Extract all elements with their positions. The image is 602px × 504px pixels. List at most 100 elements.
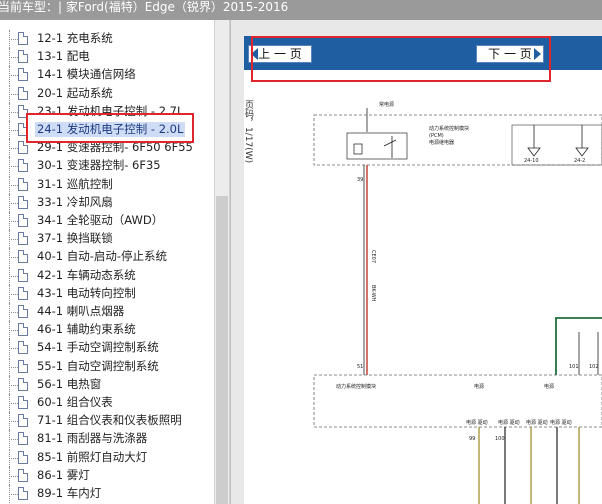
document-icon <box>18 341 28 355</box>
tree-item[interactable]: 40-1 自动-启动-停止系统 <box>0 248 214 267</box>
tree-guide-branch <box>9 384 18 386</box>
document-icon <box>18 214 28 227</box>
document-icon <box>18 250 28 264</box>
document-icon <box>18 305 28 318</box>
tree-guide-branch <box>9 166 18 168</box>
tree-item[interactable]: 44-1 喇叭点烟器 <box>0 303 214 321</box>
tree-guide-branch <box>9 57 18 59</box>
svg-text:电源 驱动: 电源 驱动 <box>526 419 548 426</box>
tree-item[interactable]: 54-1 手动空调控制系统 <box>0 339 214 358</box>
tree-guide-branch <box>9 148 18 150</box>
document-icon <box>18 268 28 282</box>
svg-text:(PCM): (PCM) <box>429 133 444 139</box>
tree-item[interactable]: 71-1 组合仪表和仪表板照明 <box>0 412 214 431</box>
tree-guide-branch <box>9 111 18 113</box>
tree-item-label: 56-1 电热窗 <box>37 376 102 391</box>
tree-item-label: 55-1 自动空调控制系统 <box>37 358 159 373</box>
document-icon <box>18 396 28 409</box>
chapter-tree[interactable]: 12-1 充电系统 13-1 配电 14-1 模块通信网络 20-1 起动系统 23-1… <box>0 20 214 504</box>
tree-item-label: 20-1 起动系统 <box>37 85 113 100</box>
tree-item[interactable]: 33-1 冷却风扇 <box>0 193 214 212</box>
tree-item-label: 40-1 自动-启动-停止系统 <box>37 249 168 264</box>
tree-guide-branch <box>9 275 18 277</box>
tree-item[interactable]: 56-1 电热窗 <box>0 375 214 394</box>
svg-text:电源 驱动: 电源 驱动 <box>550 419 572 426</box>
bottom-wires <box>478 427 580 504</box>
svg-text:电源 驱动: 电源 驱动 <box>466 419 488 426</box>
document-icon <box>18 377 28 391</box>
tree-item-label: 31-1 巡航控制 <box>37 176 113 191</box>
tree-item[interactable]: 12-1 充电系统 <box>0 30 214 48</box>
tree-item-label: 42-1 车辆动态系统 <box>37 267 136 282</box>
wire-labels-vertical: CE07 BK-WH <box>370 250 376 302</box>
tree-item[interactable]: 42-1 车辆动态系统 <box>0 266 214 285</box>
document-icon <box>18 286 28 300</box>
document-icon <box>18 86 28 100</box>
tree-guide-branch <box>9 239 18 241</box>
tree-guide-branch <box>9 439 18 441</box>
svg-text:102: 102 <box>589 364 599 370</box>
tree-item-label: 12-1 充电系统 <box>37 31 113 45</box>
svg-text:电源 驱动: 电源 驱动 <box>498 419 520 426</box>
tree-item-label: 54-1 手动空调控制系统 <box>37 340 159 355</box>
tree-item[interactable]: 20-1 起动系统 <box>0 84 214 103</box>
tree-guide-branch <box>9 348 18 350</box>
tree-item-label: 33-1 冷却风扇 <box>37 194 113 209</box>
document-icon <box>18 50 28 64</box>
tree-item[interactable]: 85-1 前照灯自动大灯 <box>0 448 214 467</box>
tree-item-label: 81-1 雨刮器与洗涤器 <box>37 431 148 446</box>
document-icon <box>18 68 28 82</box>
ground-symbols <box>527 147 589 157</box>
tree-item-label: 43-1 电动转向控制 <box>37 285 136 300</box>
svg-text:39: 39 <box>357 177 363 183</box>
tree-item-label: 30-1 变速器控制- 6F35 <box>37 158 161 173</box>
tree-item[interactable]: 34-1 全轮驱动（AWD） <box>0 212 214 230</box>
tree-item-label: 44-1 喇叭点烟器 <box>37 304 125 318</box>
document-icon <box>18 177 28 191</box>
schematic-lines <box>313 108 602 166</box>
tree-scrollbar-thumb[interactable] <box>216 196 228 504</box>
tree-guide-branch <box>9 312 18 313</box>
tree-guide-branch <box>9 457 18 459</box>
document-icon <box>18 159 28 173</box>
tree-guide-branch <box>9 75 18 77</box>
tree-guide-branch <box>9 39 18 40</box>
tree-item[interactable]: 30-1 变速器控制- 6F35 <box>0 157 214 176</box>
svg-text:BK-WH: BK-WH <box>370 285 376 302</box>
tree-item[interactable]: 81-1 雨刮器与洗涤器 <box>0 430 214 449</box>
document-icon <box>18 141 28 155</box>
tree-item[interactable]: 13-1 配电 <box>0 48 214 67</box>
tree-item-label: 13-1 配电 <box>37 49 90 64</box>
svg-text:电源继电器: 电源继电器 <box>429 139 454 146</box>
tree-item[interactable]: 46-1 辅助约束系统 <box>0 321 214 340</box>
tree-item[interactable]: 89-1 车内灯 <box>0 485 214 503</box>
tree-item[interactable]: 31-1 巡航控制 <box>0 175 214 194</box>
tree-item[interactable]: 86-1 雾灯 <box>0 466 214 485</box>
document-icon <box>18 195 28 209</box>
svg-text:101: 101 <box>569 364 579 370</box>
svg-text:100: 100 <box>495 436 505 442</box>
window-title: 当前车型：| 家Ford(福特）Edge（锐界）2015-2016 <box>0 0 289 14</box>
tree-item[interactable]: 14-1 模块通信网络 <box>0 66 214 85</box>
svg-text:电源: 电源 <box>474 383 484 390</box>
tree-guide-branch <box>9 202 18 204</box>
document-icon <box>18 359 28 373</box>
tree-item-label: 14-1 模块通信网络 <box>37 67 136 82</box>
svg-text:99: 99 <box>469 436 475 442</box>
tree-item-label: 85-1 前照灯自动大灯 <box>37 449 148 464</box>
window-title-bar: 当前车型：| 家Ford(福特）Edge（锐界）2015-2016 <box>0 0 602 20</box>
svg-text:动力系统控制模块: 动力系统控制模块 <box>336 383 376 390</box>
document-icon <box>18 432 28 446</box>
svg-text:24-10: 24-10 <box>524 158 539 164</box>
tree-guide-branch <box>9 330 18 332</box>
tree-item[interactable]: 37-1 换挡联锁 <box>0 230 214 249</box>
document-icon <box>18 450 28 464</box>
tree-item-label: 37-1 换挡联锁 <box>37 231 113 246</box>
document-icon <box>18 414 28 428</box>
tree-item[interactable]: 60-1 组合仪表 <box>0 394 214 412</box>
document-icon <box>18 32 28 45</box>
selected-item-highlight-box <box>26 113 194 143</box>
tree-guide-branch <box>9 366 18 368</box>
tree-item[interactable]: 43-1 电动转向控制 <box>0 284 214 303</box>
tree-item[interactable]: 55-1 自动空调控制系统 <box>0 357 214 376</box>
